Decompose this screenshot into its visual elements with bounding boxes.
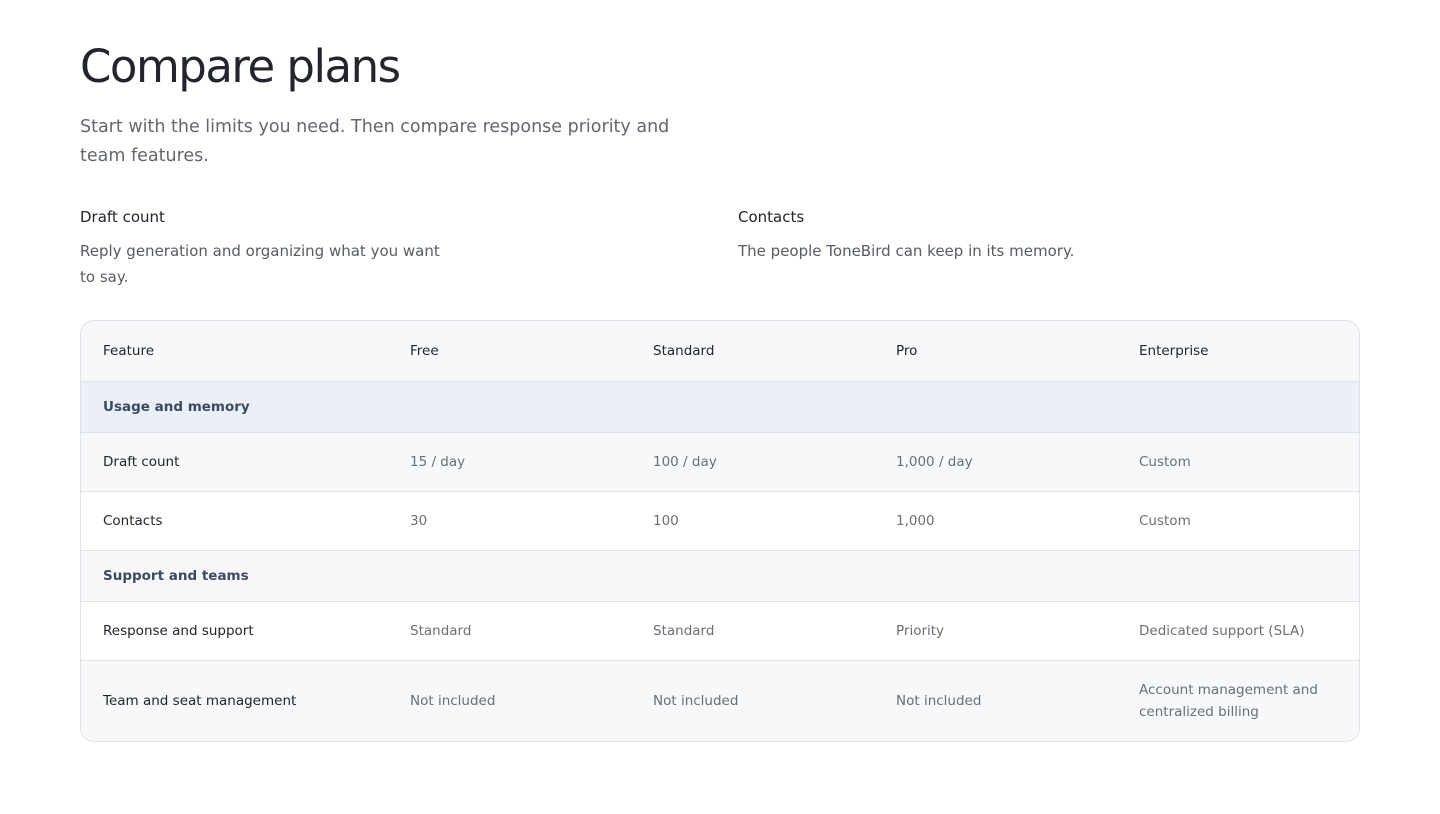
metric-name: Contacts bbox=[738, 208, 805, 226]
section-row-usage-and-memory: Usage and memory bbox=[81, 381, 1359, 433]
cell-enterprise: Custom bbox=[1117, 432, 1359, 492]
table-row: Contacts 30 100 1,000 Custom bbox=[81, 491, 1359, 551]
table-row: Team and seat management Not included No… bbox=[81, 660, 1359, 741]
column-header-pro: Pro bbox=[874, 321, 1117, 382]
feature-name: Response and support bbox=[81, 601, 388, 661]
cell-enterprise: Account management and centralized billi… bbox=[1117, 660, 1359, 741]
column-header-standard: Standard bbox=[631, 321, 874, 382]
metric-name: Draft count bbox=[80, 208, 165, 226]
cell-standard: Standard bbox=[631, 601, 874, 661]
section-label: Support and teams bbox=[81, 550, 1359, 602]
section-label: Usage and memory bbox=[81, 381, 1359, 433]
table-header-row: Feature Free Standard Pro Enterprise bbox=[81, 321, 1359, 382]
page-subtitle: Start with the limits you need. Then com… bbox=[80, 117, 670, 166]
cell-pro: 1,000 bbox=[874, 491, 1117, 551]
feature-name: Draft count bbox=[81, 432, 388, 492]
feature-name: Contacts bbox=[81, 491, 388, 551]
cell-standard: Not included bbox=[631, 660, 874, 741]
cell-standard: 100 / day bbox=[631, 432, 874, 492]
metric-description: Reply generation and organizing what you… bbox=[80, 242, 440, 286]
feature-name: Team and seat management bbox=[81, 660, 388, 741]
table-row: Response and support Standard Standard P… bbox=[81, 601, 1359, 661]
cell-free: Standard bbox=[388, 601, 631, 661]
cell-free: 15 / day bbox=[388, 432, 631, 492]
cell-free: 30 bbox=[388, 491, 631, 551]
column-header-feature: Feature bbox=[81, 321, 388, 382]
cell-pro: Priority bbox=[874, 601, 1117, 661]
plan-comparison-table: Feature Free Standard Pro Enterprise Usa… bbox=[80, 320, 1360, 742]
metric-draft-count: Draft count Reply generation and organiz… bbox=[80, 206, 450, 290]
cell-pro: 1,000 / day bbox=[874, 432, 1117, 492]
section-row-support-and-teams: Support and teams bbox=[81, 550, 1359, 602]
column-header-free: Free bbox=[388, 321, 631, 382]
column-header-enterprise: Enterprise bbox=[1117, 321, 1359, 382]
cell-pro: Not included bbox=[874, 660, 1117, 741]
metric-description: The people ToneBird can keep in its memo… bbox=[738, 242, 1075, 260]
table-row: Draft count 15 / day 100 / day 1,000 / d… bbox=[81, 432, 1359, 492]
metric-contacts: Contacts The people ToneBird can keep in… bbox=[738, 206, 1298, 264]
cell-enterprise: Custom bbox=[1117, 491, 1359, 551]
cell-enterprise: Dedicated support (SLA) bbox=[1117, 601, 1359, 661]
compare-plans-page: Compare plans Start with the limits you … bbox=[0, 0, 1440, 814]
page-title: Compare plans bbox=[80, 40, 401, 93]
cell-standard: 100 bbox=[631, 491, 874, 551]
cell-free: Not included bbox=[388, 660, 631, 741]
